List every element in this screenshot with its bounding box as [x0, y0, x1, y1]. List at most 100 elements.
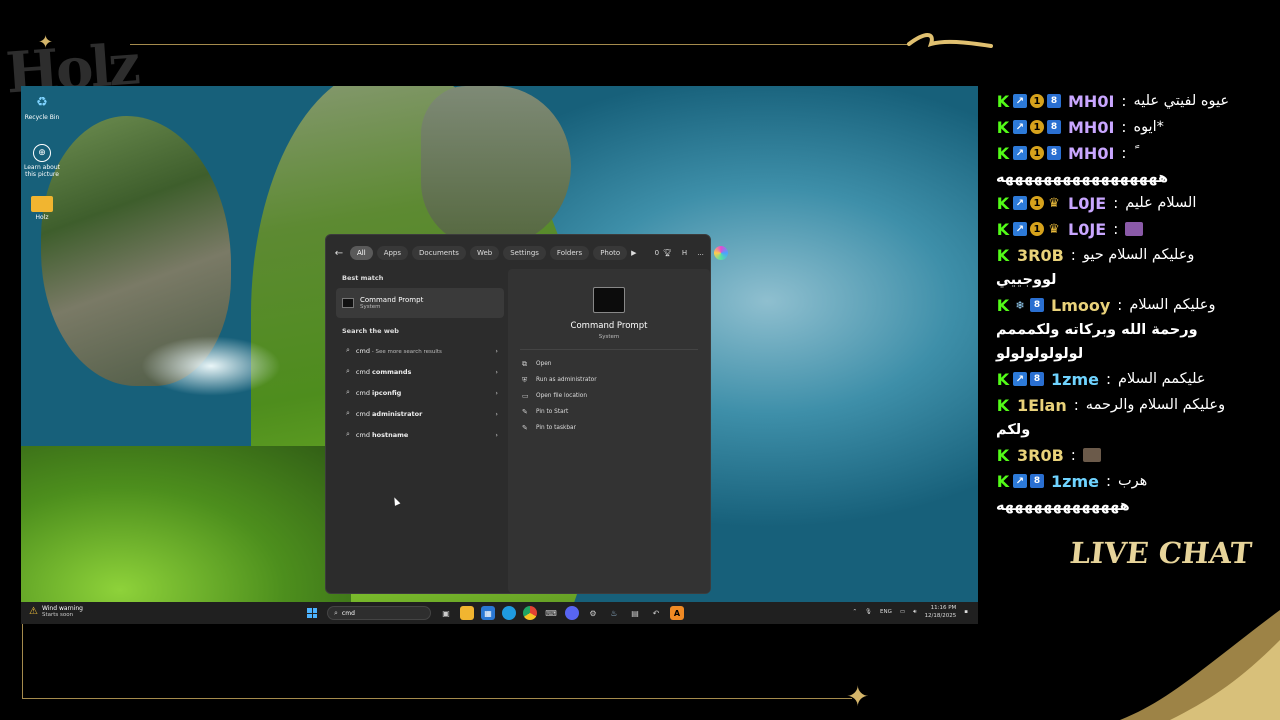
taskbar-search-input[interactable]: ⌕ cmd — [327, 606, 431, 620]
chat-text: عليكمم السلام — [1118, 371, 1206, 387]
keyboard-icon[interactable]: ▤ — [628, 606, 642, 620]
recycle-bin-icon: ♻ — [36, 94, 48, 110]
chat-text: ايوه* — [1133, 119, 1164, 135]
chat-username[interactable]: 3R0B — [1017, 446, 1064, 465]
clock[interactable]: 11:16 PM 12/18/2025 — [925, 604, 957, 620]
sub-badge-icon: 8 — [1047, 120, 1061, 134]
microphone-icon[interactable]: 🎙︎ — [865, 609, 872, 615]
detail-subtitle: System — [598, 334, 620, 340]
settings-icon[interactable]: ⚙ — [586, 606, 600, 620]
gold-corner-decoration — [1120, 610, 1280, 720]
filter-settings[interactable]: Settings — [503, 246, 546, 260]
web-result-label: cmd - See more search results — [355, 346, 442, 355]
store-icon[interactable]: ▦ — [481, 606, 495, 620]
search-icon: ⌕ — [334, 608, 338, 617]
web-result-label: cmd ipconfig — [355, 388, 402, 397]
clock-time: 11:16 PM — [930, 605, 957, 611]
kick-badge-icon: K — [996, 395, 1010, 415]
chat-text-continued: هههههههههههههههههه — [996, 170, 1169, 186]
command-prompt-icon — [593, 287, 625, 313]
desktop-icon-recycle-bin[interactable]: ♻ Recycle Bin — [24, 92, 60, 122]
terminal-icon[interactable]: ⌨ — [544, 606, 558, 620]
wallpaper-cliff — [421, 86, 571, 246]
web-result-item[interactable]: ⌕ cmd - See more search results › — [336, 340, 504, 361]
windows-start-icon[interactable] — [307, 608, 317, 618]
pin-icon: ✎ — [522, 424, 528, 432]
kick-badge-icon: K — [996, 117, 1010, 137]
action-pin-start[interactable]: ✎ Pin to Start — [508, 404, 710, 420]
kick-badge-icon: K — [996, 295, 1010, 315]
steam-icon[interactable]: ♨ — [607, 606, 621, 620]
desktop-icon-holz[interactable]: Holz — [24, 196, 60, 221]
action-open-file-location[interactable]: ▭ Open file location — [508, 388, 710, 404]
filter-documents[interactable]: Documents — [412, 246, 466, 260]
chat-username[interactable]: L0JE — [1068, 220, 1106, 239]
gold-swoosh-icon — [907, 33, 993, 48]
action-label: Run as administrator — [536, 377, 597, 383]
chat-text-continued: هههههههههههههه — [996, 498, 1130, 514]
chat-username[interactable]: L0JE — [1068, 194, 1106, 213]
star-icon: ✦ — [846, 680, 870, 713]
action-run-as-admin[interactable]: ⛨ Run as administrator — [508, 372, 710, 388]
action-open[interactable]: ⧉ Open — [508, 356, 710, 372]
filter-folders[interactable]: Folders — [549, 246, 590, 260]
chat-username[interactable]: MH0I — [1068, 92, 1114, 111]
chat-username[interactable]: 3R0B — [1017, 246, 1064, 265]
weather-widget[interactable]: ⚠ Wind warning Starts soon — [29, 605, 83, 618]
desktop-icon-label: Holz — [35, 214, 49, 221]
kick-badge-icon: K — [996, 445, 1010, 465]
play-icon[interactable]: ▶ — [631, 249, 636, 257]
language-indicator[interactable]: ENG — [880, 609, 892, 615]
crown-badge-icon: ♛ — [1048, 221, 1060, 237]
desktop-icon-learn-picture[interactable]: ⊕ Learn about this picture — [24, 144, 60, 178]
notification-icon[interactable]: ▪ — [964, 609, 968, 615]
web-result-item[interactable]: ⌕ cmd ipconfig › — [336, 382, 504, 403]
chat-message: K ↗ 1 ♛ L0JE: — [996, 216, 1266, 242]
copilot-icon[interactable] — [713, 246, 728, 260]
one-badge-icon: 1 — [1030, 120, 1044, 134]
filter-photos[interactable]: Photo — [593, 246, 628, 260]
action-label: Open file location — [536, 393, 587, 399]
star-icon: ✦ — [38, 32, 54, 53]
network-icon[interactable]: ▭ — [900, 609, 905, 615]
back-arrow-icon[interactable]: ← — [332, 248, 346, 259]
system-tray: ⌃ 🎙︎ ENG ▭ 🔊︎ 11:16 PM 12/18/2025 ▪ — [852, 604, 968, 620]
discord-icon[interactable] — [565, 606, 579, 620]
filter-all[interactable]: All — [350, 246, 373, 260]
account-initial[interactable]: H — [682, 249, 687, 257]
chat-username[interactable]: 1zme — [1051, 370, 1099, 389]
filter-web[interactable]: Web — [469, 246, 500, 260]
chat-username[interactable]: 1zme — [1051, 472, 1099, 491]
chrome-icon[interactable] — [523, 606, 537, 620]
command-prompt-icon — [342, 298, 354, 308]
web-result-item[interactable]: ⌕ cmd administrator › — [336, 403, 504, 424]
web-result-label: cmd hostname — [355, 430, 409, 439]
frame-line — [22, 698, 852, 699]
chat-text: عيوه لفيتي عليه — [1133, 93, 1229, 109]
chat-username[interactable]: 1Elan — [1017, 396, 1067, 415]
chat-username[interactable]: MH0I — [1068, 118, 1114, 137]
desktop-icon-label: Learn about this picture — [24, 164, 60, 178]
trophy-icon: 🏆︎ — [663, 249, 672, 257]
app-a-icon[interactable]: A — [670, 606, 684, 620]
edge-icon[interactable] — [502, 606, 516, 620]
chat-username[interactable]: Lmooy — [1051, 296, 1110, 315]
chat-username[interactable]: MH0I — [1068, 144, 1114, 163]
more-options-button[interactable]: ... — [697, 249, 704, 257]
kick-badge-icon: K — [996, 245, 1010, 265]
chevron-up-icon[interactable]: ⌃ — [852, 609, 857, 615]
emote-icon — [1125, 222, 1144, 236]
arrow-badge-icon: ↗ — [1013, 222, 1027, 236]
best-match-item[interactable]: Command Prompt System — [336, 288, 504, 318]
folder-icon: ▭ — [522, 392, 529, 400]
back-app-icon[interactable]: ↶ — [649, 606, 663, 620]
web-result-item[interactable]: ⌕ cmd commands › — [336, 361, 504, 382]
volume-icon[interactable]: 🔊︎ — [913, 609, 916, 616]
task-view-icon[interactable]: ▣ — [439, 606, 453, 620]
filter-apps[interactable]: Apps — [376, 246, 409, 260]
file-explorer-icon[interactable] — [460, 606, 474, 620]
web-result-item[interactable]: ⌕ cmd hostname › — [336, 424, 504, 445]
action-pin-taskbar[interactable]: ✎ Pin to taskbar — [508, 420, 710, 436]
kick-badge-icon: K — [996, 219, 1010, 239]
taskbar-apps: ▣ ▦ ⌨ ⚙ ♨ ▤ ↶ A — [439, 606, 684, 620]
